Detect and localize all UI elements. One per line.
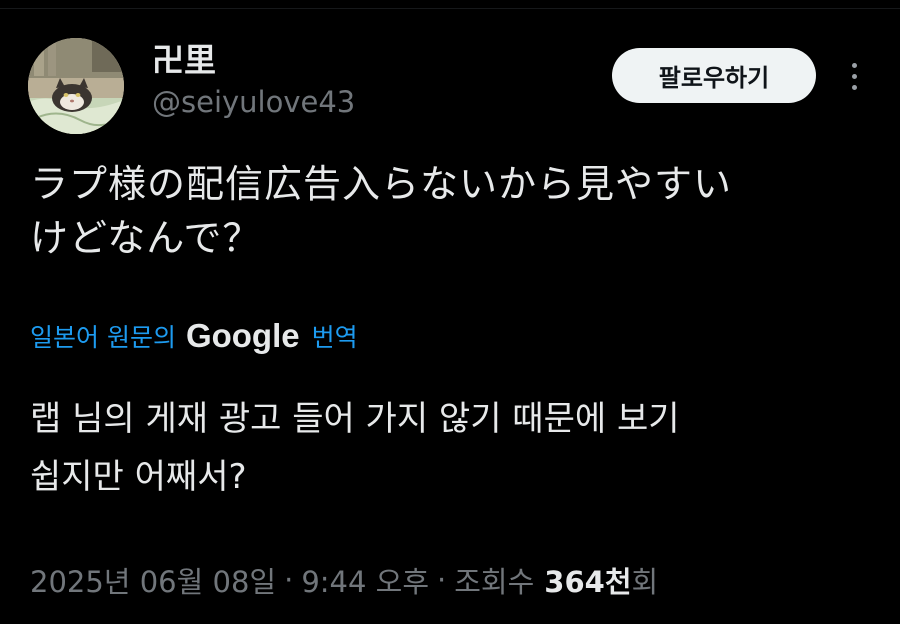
tweet-date[interactable]: 2025년 06월 08일 — [30, 559, 276, 601]
translation-attribution[interactable]: 일본어 원문의 Google 번역 — [30, 314, 358, 358]
translation-prefix: 일본어 원문의 — [30, 323, 176, 352]
display-name[interactable]: 卍里 — [152, 40, 355, 80]
meta-separator: · — [284, 563, 294, 597]
tweet-line: ラプ様の配信広告入らないから見やすい — [30, 162, 733, 206]
meta-separator: · — [437, 563, 447, 597]
translated-line: 쉽지만 어째서? — [30, 457, 247, 497]
translation-suffix: 번역 — [311, 323, 358, 352]
views-count[interactable]: 364천 — [544, 559, 631, 601]
cat-photo-avatar-icon — [28, 38, 124, 134]
avatar[interactable] — [28, 38, 124, 134]
views-suffix: 회 — [631, 565, 659, 599]
user-info: 卍里 @seiyulove43 — [152, 40, 355, 122]
views-label: 조회수 — [454, 565, 535, 599]
tweet-time[interactable]: 9:44 오후 — [301, 559, 429, 601]
tweet-meta: 2025년 06월 08일 · 9:44 오후 · 조회수 364천 회 — [30, 556, 658, 604]
follow-button[interactable]: 팔로우하기 — [612, 48, 816, 103]
more-dot — [851, 73, 857, 79]
google-logo: Google — [185, 317, 300, 354]
translated-text: 랩 님의 게재 광고 들어 가지 않기 때문에 보기 쉽지만 어째서? — [30, 390, 870, 506]
translated-line: 랩 님의 게재 광고 들어 가지 않기 때문에 보기 — [30, 399, 680, 439]
tweet-original-text: ラプ様の配信広告入らないから見やすい けどなんで？ — [30, 157, 850, 265]
more-vertical-icon[interactable] — [836, 56, 872, 96]
tweet-line: けどなんで？ — [30, 216, 262, 260]
user-handle[interactable]: @seiyulove43 — [152, 82, 355, 122]
more-dot — [851, 84, 857, 90]
top-divider — [0, 0, 900, 9]
more-dot — [851, 62, 857, 68]
